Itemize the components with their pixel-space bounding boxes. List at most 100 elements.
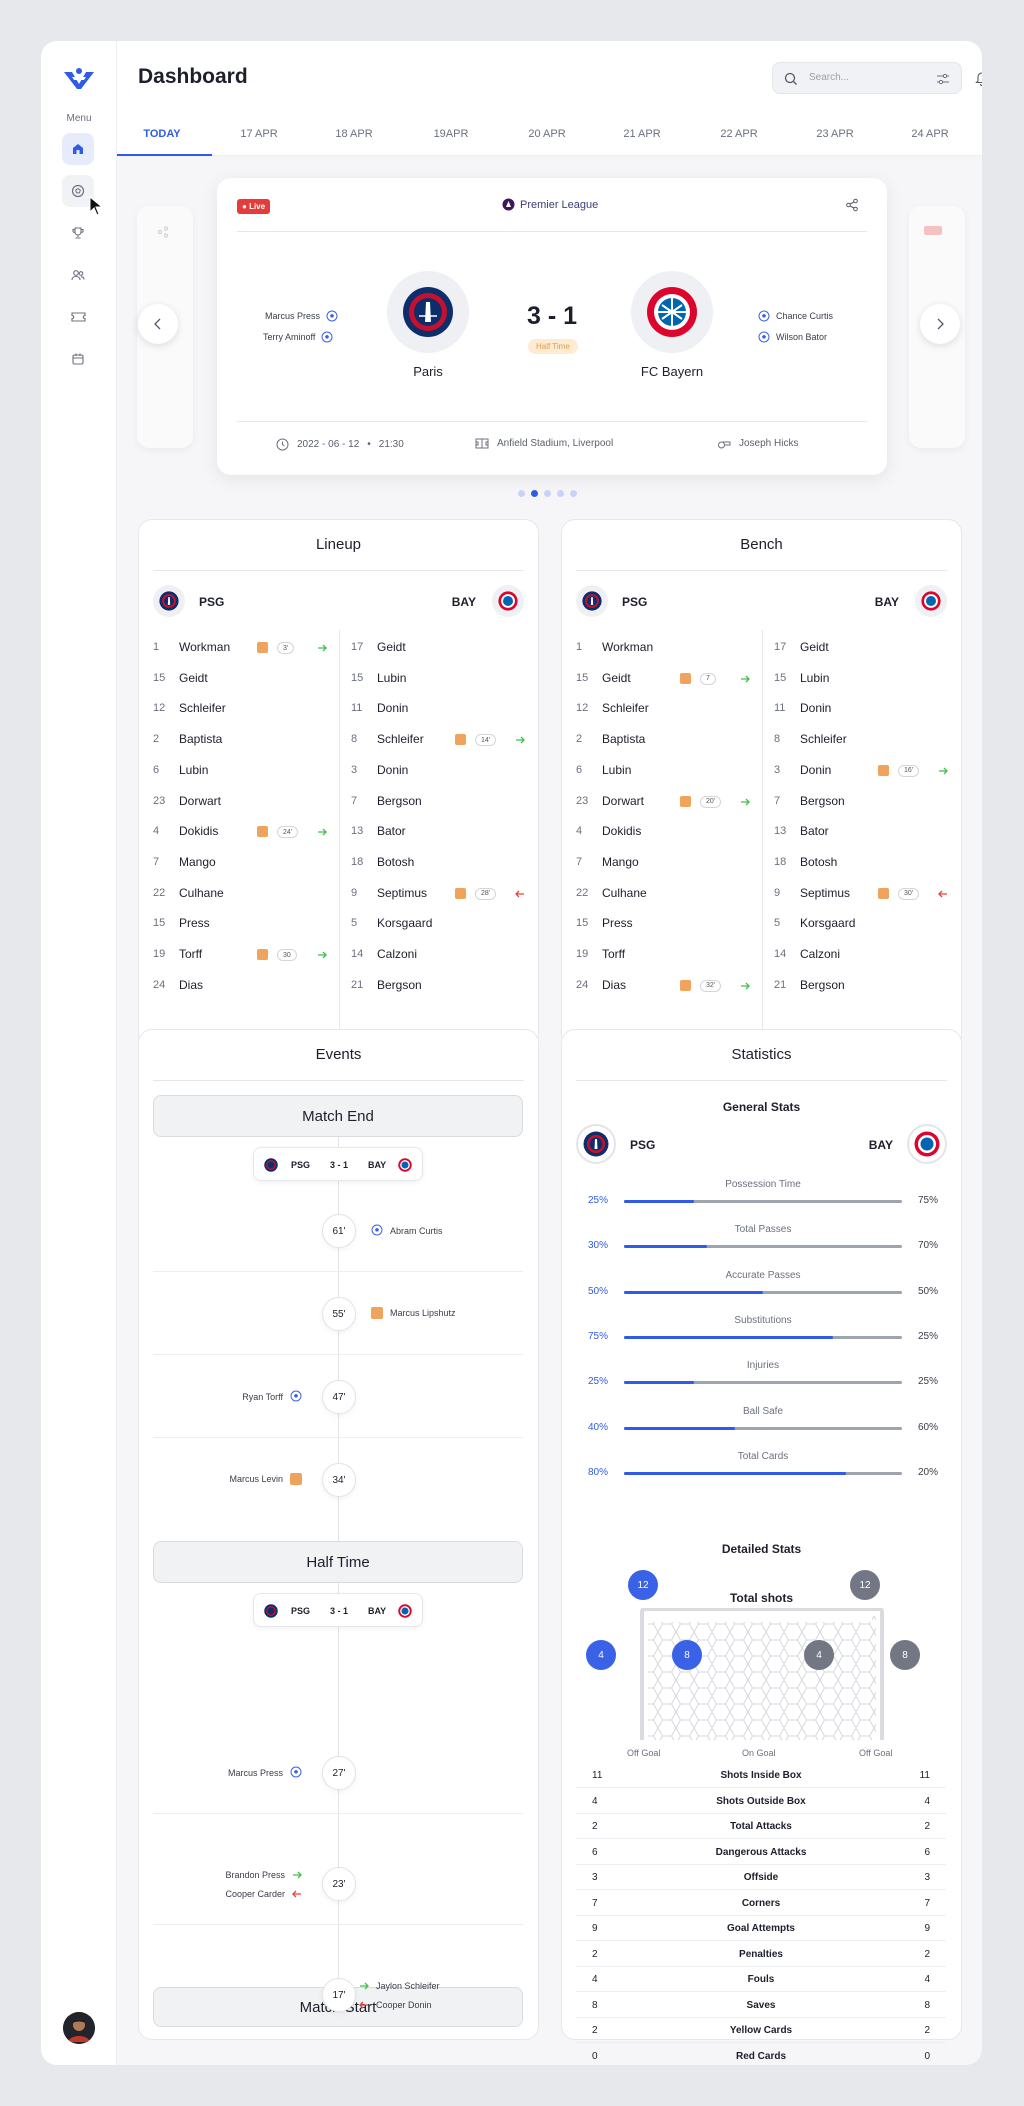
player-row[interactable]: 11 Donin xyxy=(351,700,531,718)
player-row[interactable]: 23 Dorwart xyxy=(153,793,333,811)
yellow-card-icon xyxy=(878,887,889,899)
player-row[interactable]: 15 Press xyxy=(576,915,756,933)
player-row[interactable]: 9 Septimus 30' xyxy=(774,885,954,903)
player-row[interactable]: 4 Dokidis 24' xyxy=(153,823,333,841)
tab-date[interactable]: 23 APR xyxy=(800,128,870,140)
carousel-prev-button[interactable] xyxy=(138,304,178,344)
sidebar-item-leagues[interactable] xyxy=(62,217,94,249)
player-row[interactable]: 3 Donin 16' xyxy=(774,762,954,780)
ticket-icon xyxy=(70,312,86,322)
event-goal: Abram Curtis xyxy=(371,1224,443,1238)
user-avatar[interactable] xyxy=(63,2012,95,2044)
player-row[interactable]: 2 Baptista xyxy=(153,731,333,749)
player-row[interactable]: 15 Geidt 7 xyxy=(576,670,756,688)
player-row[interactable]: 24 Dias 32' xyxy=(576,977,756,995)
search-input[interactable]: Search... xyxy=(772,62,962,94)
carousel-next-button[interactable] xyxy=(920,304,960,344)
player-row[interactable]: 15 Press xyxy=(153,915,333,933)
player-row[interactable]: 18 Botosh xyxy=(774,854,954,872)
detailed-stat-row: 8 Saves 8 xyxy=(576,1993,946,2018)
player-row[interactable]: 8 Schleifer 14' xyxy=(351,731,531,749)
tab-date[interactable]: 18 APR xyxy=(319,128,389,140)
psg-logo-icon xyxy=(264,1158,278,1172)
sidebar-item-home[interactable] xyxy=(62,133,94,165)
player-row[interactable]: 12 Schleifer xyxy=(153,700,333,718)
player-row[interactable]: 12 Schleifer xyxy=(576,700,756,718)
psg-logo-icon xyxy=(264,1604,278,1618)
player-row[interactable]: 7 Mango xyxy=(576,854,756,872)
carousel-dot[interactable] xyxy=(557,490,564,497)
notification-bell-icon[interactable] xyxy=(975,70,982,86)
player-row[interactable]: 18 Botosh xyxy=(351,854,531,872)
carousel-dot[interactable] xyxy=(570,490,577,497)
player-name: Schleifer xyxy=(602,701,649,716)
arrow-right-icon xyxy=(293,1871,302,1879)
match-end-header: Match End xyxy=(153,1095,523,1137)
tab-date[interactable]: 17 APR xyxy=(224,128,294,140)
player-row[interactable]: 19 Torff xyxy=(576,946,756,964)
score-chip: PSG 3 - 1 BAY xyxy=(253,1593,423,1627)
player-row[interactable]: 6 Lubin xyxy=(153,762,333,780)
player-row[interactable]: 21 Bergson xyxy=(774,977,954,995)
player-row[interactable]: 15 Lubin xyxy=(774,670,954,688)
player-row[interactable]: 13 Bator xyxy=(774,823,954,841)
home-team-crest[interactable] xyxy=(387,271,469,353)
sidebar-item-calendar[interactable] xyxy=(62,343,94,375)
player-row[interactable]: 1 Workman xyxy=(576,639,756,657)
tab-date[interactable]: 19APR xyxy=(416,128,486,140)
tab-date[interactable]: 20 APR xyxy=(512,128,582,140)
player-row[interactable]: 22 Culhane xyxy=(576,885,756,903)
tab-date[interactable]: 24 APR xyxy=(895,128,965,140)
player-row[interactable]: 9 Septimus 28' xyxy=(351,885,531,903)
player-row[interactable]: 11 Donin xyxy=(774,700,954,718)
player-row[interactable]: 21 Bergson xyxy=(351,977,531,995)
player-number: 13 xyxy=(774,825,787,838)
player-name: Lubin xyxy=(800,670,830,685)
player-row[interactable]: 7 Mango xyxy=(153,854,333,872)
player-row[interactable]: 15 Geidt xyxy=(153,670,333,688)
player-row[interactable]: 3 Donin xyxy=(351,762,531,780)
tab-date[interactable]: 21 APR xyxy=(607,128,677,140)
match-card[interactable]: ● Live Premier League Marcus Press Terry… xyxy=(217,178,887,475)
player-row[interactable]: 2 Baptista xyxy=(576,731,756,749)
player-row[interactable]: 17 Geidt xyxy=(351,639,531,657)
player-row[interactable]: 14 Calzoni xyxy=(774,946,954,964)
carousel-dot[interactable] xyxy=(518,490,525,497)
player-row[interactable]: 19 Torff 30 xyxy=(153,946,333,964)
filter-icon[interactable] xyxy=(936,73,950,85)
player-row[interactable]: 17 Geidt xyxy=(774,639,954,657)
share-icon[interactable] xyxy=(845,198,859,212)
divider xyxy=(153,1354,523,1355)
player-row[interactable]: 8 Schleifer xyxy=(774,731,954,749)
carousel-dot-active[interactable] xyxy=(531,490,538,497)
player-name: Geidt xyxy=(179,670,208,685)
player-row[interactable]: 14 Calzoni xyxy=(351,946,531,964)
player-row[interactable]: 24 Dias xyxy=(153,977,333,995)
player-row[interactable]: 15 Lubin xyxy=(351,670,531,688)
player-row[interactable]: 4 Dokidis xyxy=(576,823,756,841)
player-name: Calzoni xyxy=(377,947,418,961)
carousel-dot[interactable] xyxy=(544,490,551,497)
tab-date[interactable]: 22 APR xyxy=(704,128,774,140)
home-team-abbr: PSG xyxy=(630,1138,656,1152)
player-row[interactable]: 7 Bergson xyxy=(351,793,531,811)
player-row[interactable]: 13 Bator xyxy=(351,823,531,841)
away-team-crest[interactable] xyxy=(631,271,713,353)
player-name: Abram Curtis xyxy=(390,1226,443,1236)
stat-home-value: 25% xyxy=(588,1376,609,1388)
player-number: 18 xyxy=(774,855,787,868)
sidebar-item-tickets[interactable] xyxy=(62,301,94,333)
player-row[interactable]: 5 Korsgaard xyxy=(774,915,954,933)
player-row[interactable]: 1 Workman 3' xyxy=(153,639,333,657)
sidebar-item-teams[interactable] xyxy=(62,259,94,291)
player-row[interactable]: 5 Korsgaard xyxy=(351,915,531,933)
player-row[interactable]: 6 Lubin xyxy=(576,762,756,780)
yellow-card-icon xyxy=(290,1473,302,1485)
player-row[interactable]: 22 Culhane xyxy=(153,885,333,903)
tab-today[interactable]: TODAY xyxy=(127,128,197,140)
app-logo[interactable] xyxy=(62,67,96,91)
player-row[interactable]: 7 Bergson xyxy=(774,793,954,811)
detailed-stat-row: 0 Red Cards 0 xyxy=(576,2044,946,2066)
player-name: Marcus Lipshutz xyxy=(390,1308,456,1318)
player-row[interactable]: 23 Dorwart 20' xyxy=(576,793,756,811)
